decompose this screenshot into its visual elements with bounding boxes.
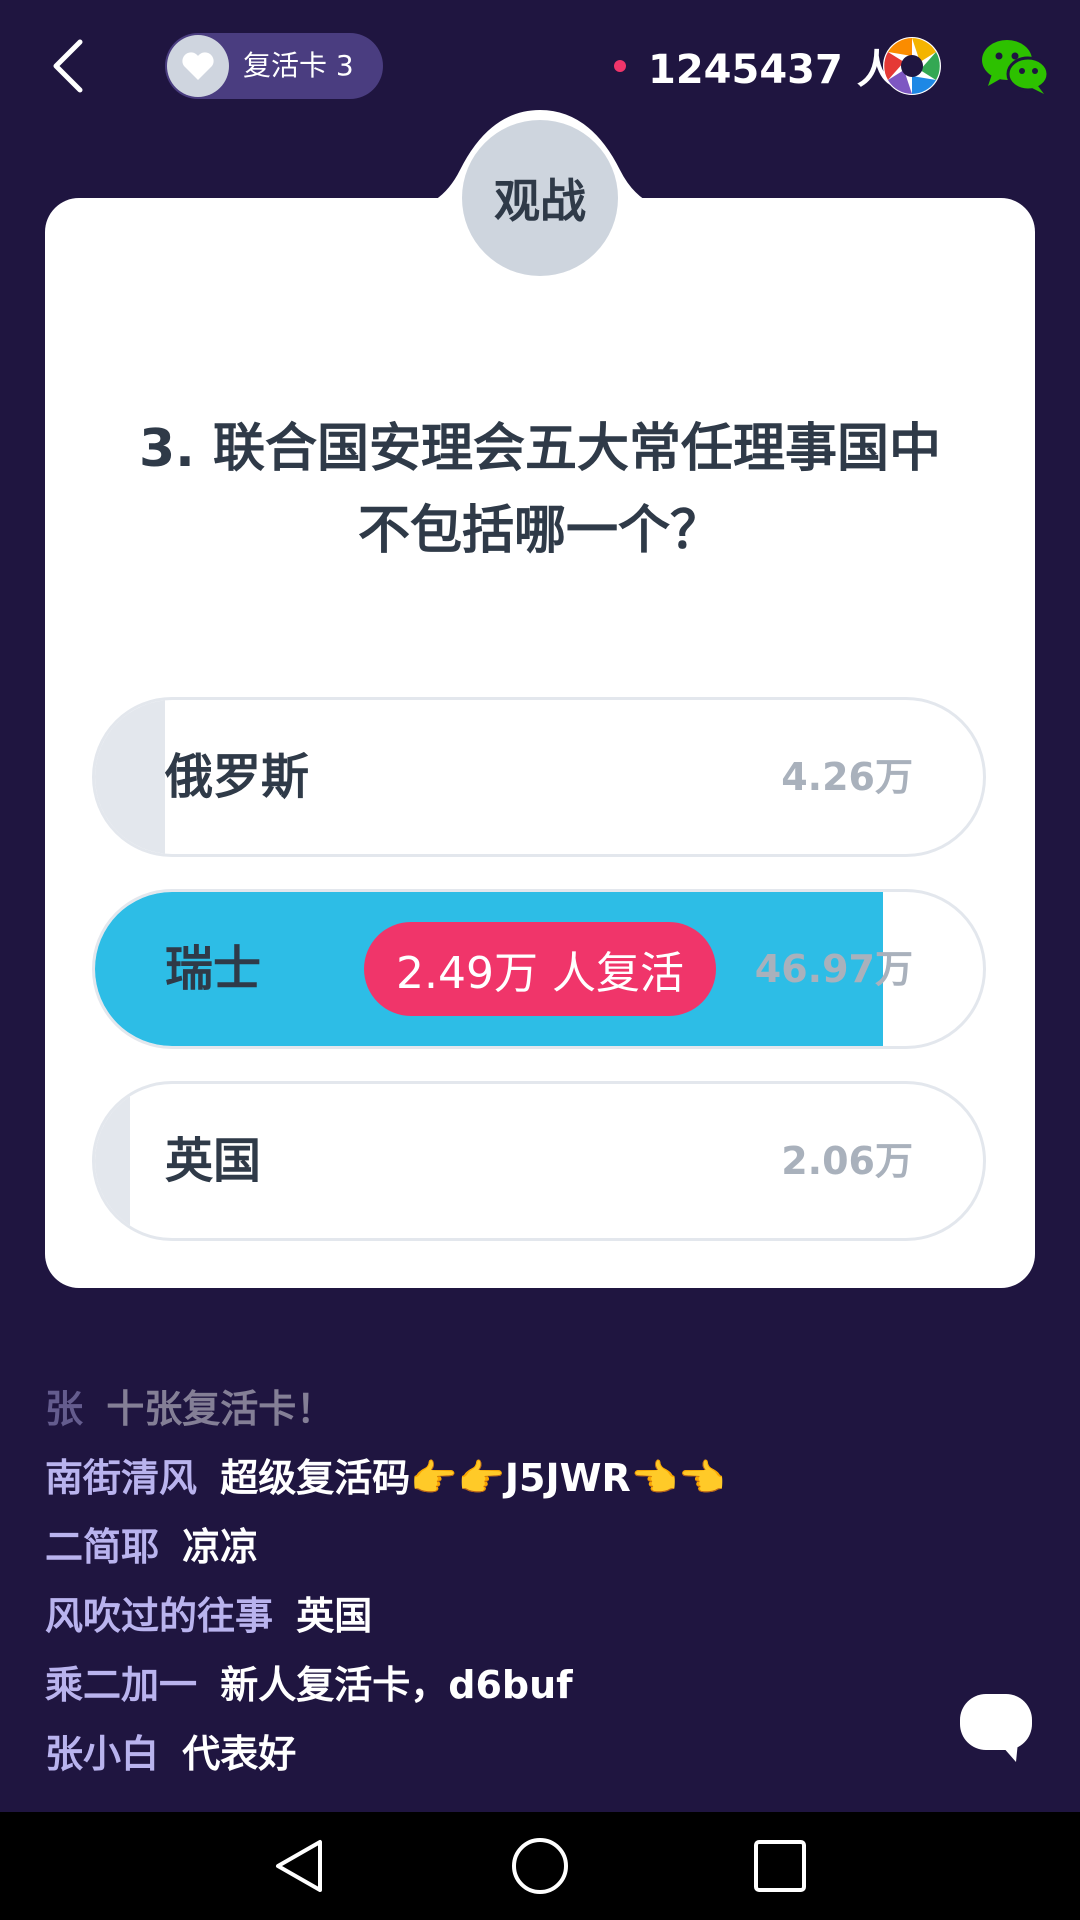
online-count: 1245437 人 — [614, 38, 897, 94]
option-3-count: 2.06万 — [781, 1139, 913, 1183]
wechat-icon — [982, 40, 1050, 94]
comment-message: 新人复活卡，d6buf — [220, 1663, 573, 1707]
comment-item: 二简耶 凉凉 — [45, 1513, 945, 1582]
option-3-label: 英国 — [165, 1133, 262, 1189]
comment-item: 南街清风 超级复活码👉👉J5JWR👈👈 — [45, 1444, 945, 1513]
option-1-count: 4.26万 — [781, 755, 913, 799]
live-dot-icon — [614, 60, 626, 72]
online-count-text: 1245437 人 — [648, 47, 897, 93]
spectate-badge: 观战 — [462, 120, 618, 276]
nav-recents-icon — [754, 1840, 806, 1892]
comment-feed: 张 十张复活卡！ 南街清风 超级复活码👉👉J5JWR👈👈 二简耶 凉凉 风吹过的… — [45, 1375, 945, 1789]
camera-aperture-icon — [883, 37, 941, 95]
comment-user: 乘二加一 — [45, 1663, 198, 1707]
option-2-label: 瑞士 — [165, 941, 262, 997]
question-line-1: 3. 联合国安理会五大常任理事国中 — [138, 419, 942, 479]
camera-button[interactable] — [880, 34, 944, 98]
comment-user: 张 — [45, 1387, 84, 1431]
option-2-count: 46.97万 — [754, 947, 913, 991]
option-1-label: 俄罗斯 — [165, 749, 310, 805]
wechat-share-button[interactable] — [980, 36, 1050, 96]
comment-message: 代表好 — [182, 1732, 297, 1776]
revive-count-badge: 2.49万 人复活 — [364, 922, 716, 1016]
option-3[interactable]: 英国 2.06万 — [92, 1081, 986, 1241]
comment-message: 十张复活卡！ — [106, 1387, 335, 1431]
option-1-result-bar — [95, 700, 165, 854]
comment-user: 二简耶 — [45, 1525, 160, 1569]
comment-item: 乘二加一 新人复活卡，d6buf — [45, 1651, 945, 1720]
comment-button[interactable] — [958, 1690, 1034, 1766]
nav-home-icon — [512, 1838, 568, 1894]
nav-home-button[interactable] — [510, 1836, 570, 1896]
comment-item: 张 十张复活卡！ — [45, 1375, 945, 1444]
back-button[interactable] — [44, 34, 104, 98]
option-3-result-bar — [95, 1084, 130, 1238]
heart-icon — [167, 35, 229, 97]
question-line-2: 不包括哪一个？ — [357, 501, 722, 561]
nav-recents-button[interactable] — [750, 1836, 810, 1896]
revive-card-pill[interactable]: 复活卡 3 — [165, 33, 383, 99]
chat-bubble-icon — [960, 1694, 1032, 1762]
comment-user: 南街清风 — [45, 1456, 198, 1500]
system-nav-bar — [0, 1812, 1080, 1920]
nav-back-button[interactable] — [270, 1836, 330, 1896]
option-1[interactable]: 俄罗斯 4.26万 — [92, 697, 986, 857]
nav-back-icon — [276, 1840, 322, 1892]
comment-user: 张小白 — [45, 1732, 160, 1776]
back-arrow-icon — [53, 39, 83, 93]
comment-message: 超级复活码👉👉J5JWR👈👈 — [220, 1456, 726, 1500]
comment-user: 风吹过的往事 — [45, 1594, 274, 1638]
question-text: 3. 联合国安理会五大常任理事国中 不包括哪一个？ — [95, 408, 985, 572]
comment-message: 凉凉 — [182, 1525, 259, 1569]
revive-card-label: 复活卡 3 — [243, 49, 354, 82]
comment-message: 英国 — [296, 1594, 373, 1638]
comment-item: 张小白 代表好 — [45, 1720, 945, 1789]
comment-item: 风吹过的往事 英国 — [45, 1582, 945, 1651]
